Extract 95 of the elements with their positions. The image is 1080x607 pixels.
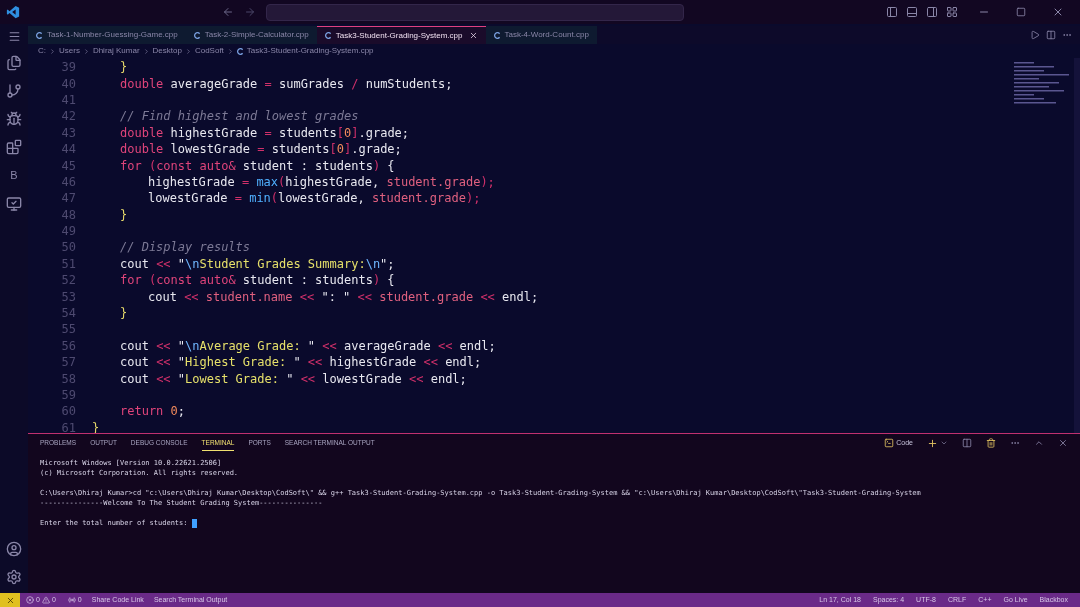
code-line: }	[120, 59, 128, 76]
breadcrumb-item[interactable]: Desktop	[152, 45, 182, 57]
line-number: 47	[60, 190, 77, 207]
editor-tab[interactable]: Task-1-Number-Guessing-Game.cpp	[28, 26, 186, 44]
maximize-panel-icon[interactable]	[1034, 438, 1044, 448]
code-line: cout << student.name << ": " << student.grade << endl;	[148, 288, 539, 305]
cpp-file-icon	[324, 32, 332, 39]
line-number: 41	[60, 91, 77, 108]
toggle-sidebar-icon[interactable]	[886, 6, 898, 18]
code-line: }	[120, 305, 128, 322]
remote-icon	[5, 595, 15, 605]
code-line: }	[120, 206, 128, 223]
line-number: 44	[60, 141, 77, 158]
line-number: 46	[60, 173, 77, 190]
settings-icon[interactable]	[6, 569, 22, 585]
cpp-file-icon	[193, 31, 201, 39]
chevron-right-icon	[142, 47, 150, 55]
code-line: lowestGrade = min(lowestGrade, student.grade);	[148, 190, 481, 207]
line-number: 59	[60, 387, 77, 403]
customize-layout-icon[interactable]	[946, 6, 958, 18]
chevron-down-icon[interactable]	[940, 439, 948, 447]
line-number: 61	[60, 419, 77, 436]
code-line: for (const auto& student : students) {	[120, 157, 395, 174]
code-line: return 0;	[120, 403, 186, 420]
remote-button[interactable]	[0, 593, 20, 607]
line-number: 52	[60, 272, 77, 289]
breadcrumb-item[interactable]: Users	[59, 45, 80, 57]
cpp-file-icon	[36, 31, 43, 39]
line-number: 49	[60, 223, 77, 240]
terminal-cursor	[191, 518, 197, 528]
code-line: highestGrade = max(highestGrade, student.grade);	[148, 173, 495, 190]
line-number: 53	[60, 288, 77, 305]
line-number: 50	[60, 239, 77, 256]
close-icon[interactable]	[1052, 6, 1064, 18]
code-line: double lowestGrade = students[0].grade;	[120, 141, 402, 158]
code-line: double averageGrade = sumGrades / numStudents;	[120, 75, 453, 92]
close-tab-icon[interactable]	[468, 31, 478, 40]
line-number: 45	[60, 157, 77, 174]
line-number: 54	[60, 305, 77, 322]
line-number: 40	[60, 75, 77, 92]
files-icon[interactable]	[6, 55, 22, 71]
run-debug-icon[interactable]	[6, 111, 22, 127]
chevron-right-icon	[226, 47, 234, 55]
editor-tab[interactable]: Task-2-Simple-Calculator.cpp	[185, 26, 317, 44]
editor-logo-icon	[6, 5, 20, 19]
breadcrumb-item[interactable]: C:	[38, 45, 46, 57]
code-line: cout << "Highest Grade: " << highestGrade << endl;	[120, 354, 482, 371]
line-number: 42	[60, 108, 77, 125]
code-line: double highestGrade = students[0].grade;	[120, 124, 410, 141]
cpp-file-icon	[493, 31, 501, 39]
new-terminal-icon[interactable]	[927, 437, 938, 449]
editor-tab[interactable]: Task3-Student-Grading-System.cpp	[316, 26, 486, 44]
breadcrumb-item[interactable]: Task3-Student-Grading-System.cpp	[246, 45, 374, 57]
cpp-file-icon	[236, 47, 244, 55]
menu-icon[interactable]	[7, 30, 21, 43]
run-icon[interactable]	[1030, 30, 1040, 40]
line-number: 57	[60, 354, 77, 371]
chevron-right-icon	[184, 47, 192, 55]
minimap-drawing	[1014, 62, 1069, 104]
warning-icon	[41, 596, 50, 604]
error-icon	[26, 596, 34, 604]
chevron-right-icon	[49, 47, 56, 55]
line-number: 55	[60, 321, 77, 338]
close-panel-icon[interactable]	[1058, 438, 1068, 448]
remote-explorer-icon[interactable]	[6, 195, 22, 212]
terminal-icon	[884, 438, 895, 448]
line-number: 56	[60, 337, 77, 354]
account-icon[interactable]	[6, 541, 22, 557]
command-search-field[interactable]	[266, 3, 684, 21]
trash-icon[interactable]	[986, 438, 996, 448]
code-line: cout << "Lowest Grade: " << lowestGrade << endl;	[120, 370, 467, 387]
line-number: 51	[60, 255, 77, 272]
extension-letter-icon[interactable]: B	[10, 167, 18, 184]
split-terminal-icon[interactable]	[962, 438, 972, 448]
toggle-secondary-sidebar-icon[interactable]	[926, 6, 938, 18]
line-number: 43	[60, 124, 77, 141]
code-line: cout << "\nAverage Grade: " << averageGrade << endl;	[120, 337, 496, 354]
line-number: 48	[60, 206, 77, 223]
maximize-icon[interactable]	[1016, 7, 1026, 17]
source-control-icon[interactable]	[6, 83, 22, 99]
extensions-icon[interactable]	[6, 139, 22, 155]
code-line: cout << "\nStudent Grades Summary:\n";	[120, 255, 395, 272]
code-line: for (const auto& student : students) {	[120, 272, 395, 289]
editor-tab[interactable]: Task-4-Word-Count.cpp	[485, 26, 597, 44]
ports-icon	[67, 596, 76, 604]
code-line: // Display results	[120, 239, 251, 256]
code-line: // Find highest and lowest grades	[120, 108, 359, 125]
breadcrumb-item[interactable]: Dhiraj Kumar	[92, 45, 140, 57]
breadcrumb-item[interactable]: CodSoft	[194, 45, 224, 57]
chevron-right-icon	[82, 47, 90, 55]
line-number: 39	[60, 59, 77, 76]
split-editor-icon[interactable]	[1046, 30, 1056, 40]
line-number: 60	[60, 403, 77, 420]
line-number: 58	[60, 370, 77, 387]
toggle-panel-icon[interactable]	[906, 6, 918, 18]
